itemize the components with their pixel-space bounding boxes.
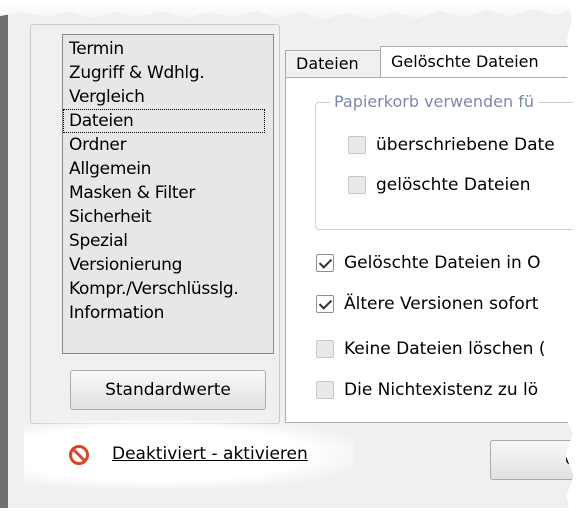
checkbox-no-delete[interactable]: Keine Dateien löschen (: [316, 336, 546, 362]
list-item-vergleich[interactable]: Vergleich: [63, 85, 273, 109]
list-item-dateien[interactable]: Dateien: [63, 109, 265, 133]
checkbox-box[interactable]: [348, 136, 366, 154]
checkbox-box[interactable]: [316, 295, 334, 313]
list-item-information[interactable]: Information: [63, 301, 273, 325]
checkbox-box[interactable]: [316, 254, 334, 272]
default-values-button[interactable]: Standardwerte: [70, 370, 266, 410]
checkbox-nonexistence[interactable]: Die Nichtexistenz zu lö: [316, 377, 538, 403]
activate-link[interactable]: Deaktiviert - aktivieren: [112, 444, 308, 464]
ok-button[interactable]: O: [490, 440, 579, 480]
checkbox-deleted-files-in-folder[interactable]: Gelöschte Dateien in O: [316, 250, 541, 276]
list-item-zugriff[interactable]: Zugriff & Wdhlg.: [63, 61, 273, 85]
bottom-edge: [0, 508, 579, 517]
checkbox-label: Die Nichtexistenz zu lö: [344, 380, 539, 400]
checkbox-label: Ältere Versionen sofort: [344, 294, 539, 314]
checkbox-box[interactable]: [348, 176, 366, 194]
checkbox-box[interactable]: [316, 381, 334, 399]
checkbox-box[interactable]: [316, 340, 334, 358]
category-list[interactable]: Termin Zugriff & Wdhlg. Vergleich Dateie…: [62, 34, 274, 354]
list-item-masken-filter[interactable]: Masken & Filter: [63, 181, 273, 205]
list-item-ordner[interactable]: Ordner: [63, 133, 273, 157]
disabled-icon: [69, 445, 89, 465]
tab-geloeschte-dateien[interactable]: Gelöschte Dateien: [380, 46, 579, 78]
checkbox-label: Gelöschte Dateien in O: [344, 253, 541, 273]
list-item-spezial[interactable]: Spezial: [63, 229, 273, 253]
list-item-termin[interactable]: Termin: [63, 37, 273, 61]
list-item-versionierung[interactable]: Versionierung: [63, 253, 273, 277]
recycle-bin-groupbox: [315, 102, 579, 230]
tab-dateien[interactable]: Dateien: [285, 50, 381, 78]
checkbox-deleted-files[interactable]: gelöschte Dateien: [348, 172, 530, 198]
checkbox-label: überschriebene Date: [376, 135, 555, 155]
list-item-allgemein[interactable]: Allgemein: [63, 157, 273, 181]
list-item-kompr-verschluesslg[interactable]: Kompr./Verschlüsslg.: [63, 277, 273, 301]
checkbox-overwritten-files[interactable]: überschriebene Date: [348, 132, 555, 158]
list-item-sicherheit[interactable]: Sicherheit: [63, 205, 273, 229]
recycle-bin-group-title: Papierkorb verwenden fü: [330, 92, 539, 111]
checkbox-older-versions[interactable]: Ältere Versionen sofort: [316, 291, 538, 317]
checkbox-label: Keine Dateien löschen (: [344, 339, 546, 359]
checkbox-label: gelöschte Dateien: [376, 175, 531, 195]
